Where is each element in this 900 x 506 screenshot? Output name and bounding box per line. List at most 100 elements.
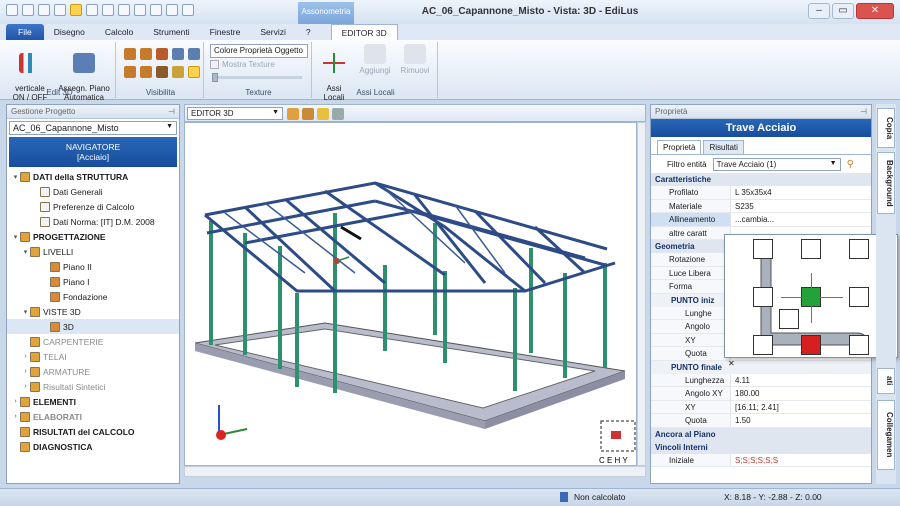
tree-item[interactable]: › Risultati Sintetici [7,379,179,394]
align-bottom-center[interactable] [801,335,821,355]
side-tab-collegamenti[interactable]: Collegamen [877,400,895,470]
prop-row[interactable]: Quota 1.50 [651,414,871,428]
side-tab-partial[interactable]: ati [877,368,895,394]
align-middle-left[interactable] [753,287,773,307]
column-icon[interactable] [124,66,136,78]
minimize-button[interactable]: – [808,3,830,19]
maximize-button[interactable]: ▭ [832,3,854,19]
align-top-center[interactable] [801,239,821,259]
close-button[interactable]: ✕ [856,3,894,19]
menu-strumenti[interactable]: Strumenti [143,24,199,40]
menu-servizi[interactable]: Servizi [250,24,296,40]
menu-file[interactable]: File [6,24,44,40]
tree-item[interactable]: › ARMATURE [7,364,179,379]
search-icon[interactable]: ⚲ [847,159,854,170]
tree-item[interactable]: RISULTATI del CALCOLO [7,424,179,439]
tree-item[interactable]: CARPENTERIE [7,334,179,349]
paste-icon[interactable] [134,4,146,16]
side-tab-copia[interactable]: Copia [877,108,895,148]
select-icon[interactable] [70,4,82,16]
menu-disegno[interactable]: Disegno [44,24,95,40]
cat-ancora[interactable]: Ancora al Piano [651,427,871,441]
wall-icon[interactable] [156,66,168,78]
cat-vincoli[interactable]: Vincoli Interni [651,440,871,454]
tree-item[interactable]: DIAGNOSTICA [7,439,179,454]
align-top-left[interactable] [753,239,773,259]
print-icon[interactable] [54,4,66,16]
align-bottom-right[interactable] [849,335,869,355]
slider-handle[interactable] [212,73,218,82]
undo-icon[interactable] [150,4,162,16]
popup-close-icon[interactable]: ✕ [728,359,735,368]
pin-icon[interactable]: ⊣ [860,107,867,116]
menu-calcolo[interactable]: Calcolo [95,24,143,40]
tree-item[interactable]: ▾ VISTE 3D [7,304,179,319]
collapsed-icon[interactable]: › [11,413,20,420]
expanded-icon[interactable]: ▾ [11,173,20,181]
redo-icon[interactable] [166,4,178,16]
tree-item[interactable]: › ELABORATI [7,409,179,424]
tree-item[interactable]: › ELEMENTI [7,394,179,409]
horizontal-scrollbar[interactable] [184,466,646,477]
collapsed-icon[interactable]: › [21,353,30,360]
tab-risultati[interactable]: Risultati [703,140,744,154]
tree-item[interactable]: Piano I [7,274,179,289]
expanded-icon[interactable]: ▾ [21,248,30,256]
project-combo[interactable]: AC_06_Capannone_Misto ▼ [9,121,177,135]
view-combo[interactable]: EDITOR 3D ▼ [187,107,283,120]
new-icon[interactable] [6,4,18,16]
rimuovi-button[interactable]: Rimuovi [396,44,434,75]
align-bottom-left[interactable] [753,335,773,355]
align-centroid[interactable] [779,309,799,329]
tree-item[interactable]: › TELAI [7,349,179,364]
prop-row[interactable]: Angolo XY 180.00 [651,387,871,401]
prop-row[interactable]: XY [16.11; 2.41] [651,400,871,414]
zoom-icon[interactable] [86,4,98,16]
tree-item[interactable]: Piano II [7,259,179,274]
folder-icon[interactable] [287,108,299,120]
tree-item[interactable]: 3D [7,319,179,334]
truss-icon[interactable] [140,48,152,60]
collapsed-icon[interactable]: › [21,383,30,390]
mostra-texture-option[interactable]: Mostra Texture [210,60,275,69]
tree-item[interactable]: ▾ DATI della STRUTTURA [7,169,179,184]
render-icon[interactable] [302,108,314,120]
side-tab-background[interactable]: Background [877,152,895,214]
prop-row[interactable]: Allineamento ...cambia... [651,213,871,227]
grid-icon[interactable] [188,66,200,78]
tree-item[interactable]: Preferenze di Calcolo [7,199,179,214]
expanded-icon[interactable]: ▾ [21,308,30,316]
prop-row-iniziale[interactable]: Iniziale S;S;S;S;S;S [651,453,871,467]
cat-caratteristiche[interactable]: Caratteristiche [651,173,871,186]
menu-editor-3d[interactable]: EDITOR 3D [330,24,398,40]
vertical-scrollbar[interactable] [637,122,646,466]
prop-row[interactable]: Materiale S235 [651,199,871,213]
slab-icon[interactable] [172,48,184,60]
tab-proprieta[interactable]: Proprietà [657,140,702,154]
color-property-combo[interactable]: Colore Proprietà Oggetto [210,44,308,58]
filter-combo[interactable]: Trave Acciaio (1) ▼ [712,157,841,171]
tree-item[interactable]: ▾ PROGETTAZIONE [7,229,179,244]
view-cube[interactable] [600,420,636,452]
open-icon[interactable] [22,4,34,16]
collapsed-icon[interactable]: › [21,368,30,375]
camera-icon[interactable] [332,108,344,120]
texture-slider[interactable] [212,73,302,82]
tree-item[interactable]: Fondazione [7,289,179,304]
view-cube-label[interactable]: C E H Y [599,456,628,465]
copy-icon[interactable] [118,4,130,16]
expanded-icon[interactable]: ▾ [11,233,20,241]
menu-help[interactable]: ? [296,24,321,40]
menu-finestre[interactable]: Finestre [200,24,251,40]
tree-item[interactable]: ▾ LIVELLI [7,244,179,259]
customize-icon[interactable] [182,4,194,16]
tree-item[interactable]: Dati Generali [7,184,179,199]
align-middle-right[interactable] [849,287,869,307]
frame-icon[interactable] [188,48,200,60]
beam-icon[interactable] [124,48,136,60]
brace-icon[interactable] [156,48,168,60]
foundation-icon[interactable] [172,66,184,78]
pin-icon[interactable]: ⊣ [168,107,175,116]
3d-viewport[interactable]: C E H Y [184,122,637,466]
aggiungi-button[interactable]: Aggiungi [356,44,394,75]
